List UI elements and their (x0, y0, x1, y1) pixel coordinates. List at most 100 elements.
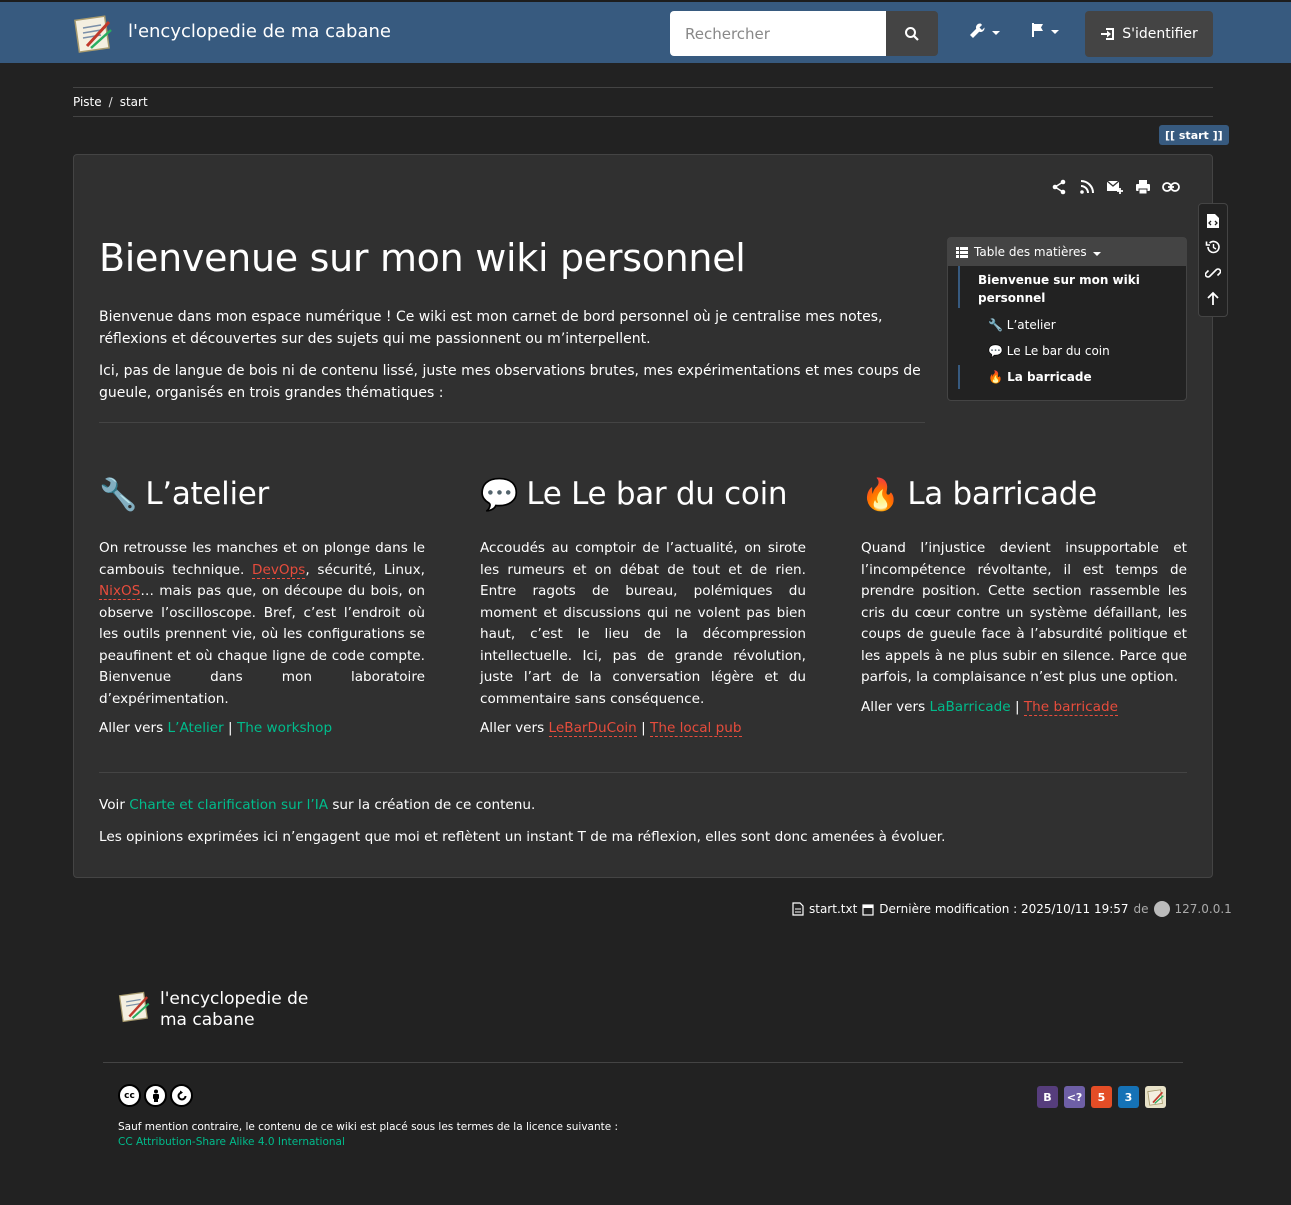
outro-text: Voir Charte et clarification sur l’IA su… (99, 794, 1187, 858)
toc-item-atelier[interactable]: 🔧 L’atelier (988, 316, 1056, 334)
section-text: Quand l’injustice devient insupportable … (861, 540, 1187, 685)
section-goto: Aller vers LeBarDuCoin | The local pub (480, 720, 806, 737)
section-text: On retrousse les manches et on plonge da… (99, 538, 425, 710)
goto-label: Aller vers (861, 698, 926, 715)
sa-icon (170, 1084, 193, 1107)
toc-active-bar (958, 266, 960, 308)
goto-label: Aller vers (480, 720, 545, 736)
share-icon[interactable] (1050, 178, 1068, 196)
breadcrumb-item-start[interactable]: start (120, 95, 148, 109)
search-input[interactable] (670, 11, 886, 56)
cc-icon: cc (118, 1084, 141, 1107)
text-fragment: sur la création de ce contenu. (332, 797, 536, 813)
section-heading: 🔥 La barricade (861, 470, 1187, 518)
the-barricade-link[interactable]: The barricade (1023, 698, 1118, 716)
license-text: Sauf mention contraire, le contenu de ce… (118, 1120, 618, 1150)
toc-item-barricade[interactable]: 🔥 La barricade (988, 368, 1092, 386)
history-icon[interactable] (1204, 238, 1222, 256)
nixos-link[interactable]: NixOS (99, 583, 141, 600)
local-pub-link[interactable]: The local pub (650, 720, 742, 737)
toc-item-welcome[interactable]: Bienvenue sur mon wiki personnel (978, 271, 1168, 307)
breadcrumb-separator: / (108, 95, 113, 109)
site-title[interactable]: l'encyclopedie de ma cabane (128, 21, 391, 42)
ai-charter-link[interactable]: Charte et clarification sur l’IA (129, 797, 328, 813)
search-icon (905, 26, 919, 41)
text-fragment: Voir (99, 797, 125, 813)
toc-item-bar[interactable]: 💬 Le Le bar du coin (988, 342, 1110, 360)
fire-emoji-icon: 🔥 (861, 476, 900, 513)
section-goto: Aller vers L’Atelier | The workshop (99, 720, 425, 736)
php-badge[interactable]: <? (1064, 1086, 1085, 1108)
list-icon (956, 246, 968, 258)
section-text: Accoudés au comptoir de l’actualité, on … (480, 540, 806, 707)
bootstrap-badge[interactable]: B (1037, 1086, 1058, 1108)
license-link[interactable]: CC Attribution-Share Alike 4.0 Internati… (118, 1136, 345, 1148)
back-to-top-icon[interactable] (1204, 290, 1222, 308)
css3-badge[interactable]: 3 (1118, 1086, 1139, 1108)
text-fragment: … mais pas que, on découpe du bois, on o… (99, 583, 425, 707)
html5-badge[interactable]: 5 (1091, 1086, 1112, 1108)
page-id-badge[interactable]: [[ start ]] (1159, 125, 1229, 145)
section-barricade: 🔥 La barricade Quand l’injustice devient… (861, 470, 1187, 716)
goto-label: Aller vers (99, 720, 164, 736)
chevron-down-icon (1051, 30, 1059, 34)
license-intro: Sauf mention contraire, le contenu de ce… (118, 1121, 619, 1133)
outro-line-1: Voir Charte et clarification sur l’IA su… (99, 794, 1187, 816)
cc-license-badges[interactable]: cc (118, 1084, 193, 1107)
section-goto: Aller vers LaBarricade | The barricade (861, 698, 1187, 716)
tech-badges: B <? 5 3 (1037, 1086, 1166, 1108)
intro-paragraph-1: Bienvenue dans mon espace numérique ! Ce… (99, 309, 883, 347)
search-button[interactable] (886, 11, 938, 56)
last-modified: Dernière modification : 2025/10/11 19:57 (879, 902, 1129, 916)
atelier-link[interactable]: L’Atelier (168, 720, 224, 736)
outro-line-2: Les opinions exprimées ici n’engagent qu… (99, 829, 946, 845)
print-icon[interactable] (1134, 178, 1152, 196)
login-button[interactable]: S'identifier (1085, 11, 1213, 57)
chevron-down-icon (1092, 252, 1101, 256)
table-of-contents: Table des matières Bienvenue sur mon wik… (947, 237, 1187, 401)
backlinks-icon[interactable] (1204, 264, 1222, 282)
labarricade-link[interactable]: LaBarricade (930, 699, 1011, 715)
footer-site-title: l'encyclopedie de ma cabane (160, 989, 309, 1030)
workshop-link[interactable]: The workshop (237, 720, 332, 736)
login-label: S'identifier (1122, 26, 1198, 42)
intro-text: Bienvenue dans mon espace numérique ! Ce… (99, 306, 925, 414)
by-icon (144, 1084, 167, 1107)
wrench-emoji-icon: 🔧 (99, 476, 138, 513)
page-share-tools (1050, 178, 1180, 196)
lebarducoin-link[interactable]: LeBarDuCoin (548, 720, 637, 737)
pipe-separator: | (1014, 698, 1020, 715)
section-title: Le Le bar du coin (526, 476, 788, 512)
calendar-icon (862, 903, 874, 916)
modified-by-label: de (1133, 902, 1149, 916)
rss-icon[interactable] (1078, 178, 1096, 196)
intro-paragraph-2: Ici, pas de langue de bois ni de contenu… (99, 363, 921, 401)
permalink-icon[interactable] (1162, 178, 1180, 196)
tools-dropdown[interactable] (968, 22, 1000, 40)
devops-link[interactable]: DevOps (252, 561, 306, 579)
file-icon (792, 902, 804, 916)
wrench-icon (970, 23, 985, 38)
section-bar: 💬 Le Le bar du coin Accoudés au comptoir… (480, 470, 806, 737)
divider (99, 772, 1187, 773)
chevron-down-icon (992, 31, 1000, 35)
toc-toggle[interactable]: Table des matières (948, 238, 1186, 266)
email-plus-icon[interactable] (1106, 178, 1124, 196)
section-title: La barricade (907, 476, 1097, 512)
dokuwiki-badge[interactable] (1145, 1086, 1166, 1108)
language-dropdown[interactable] (1031, 22, 1059, 38)
pipe-separator: | (228, 720, 233, 736)
divider (99, 422, 925, 423)
avatar (1153, 901, 1170, 917)
top-navbar: l'encyclopedie de ma cabane S'identifier (0, 0, 1291, 63)
document-info: start.txt Dernière modification : 2025/1… (792, 900, 1232, 918)
section-heading: 🔧 L’atelier (99, 470, 425, 518)
modified-by-user: 127.0.0.1 (1174, 902, 1232, 916)
toc-active-bar (958, 365, 960, 389)
breadcrumb: Piste / start (73, 87, 1213, 117)
dokuwiki-logo-icon[interactable] (73, 12, 115, 54)
show-source-icon[interactable] (1204, 212, 1222, 230)
speech-bubble-emoji-icon: 💬 (480, 476, 519, 513)
breadcrumb-item-piste: Piste (73, 95, 102, 109)
login-icon (1101, 28, 1115, 40)
